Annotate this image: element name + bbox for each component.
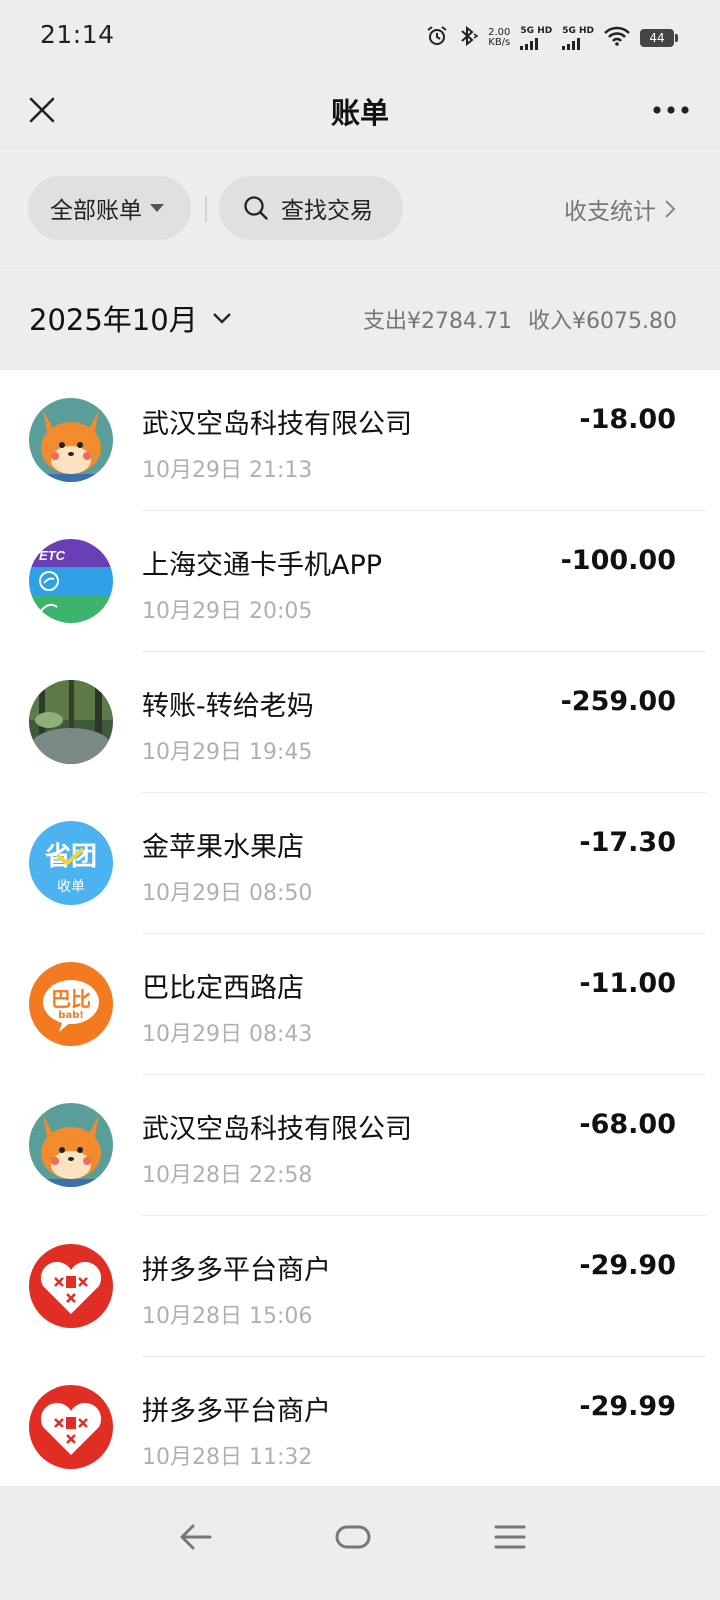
all-bills-label: 全部账单 [50,198,142,224]
merchant-name: 武汉空岛科技有限公司 [142,409,412,440]
pinduoduo-logo [29,1385,113,1469]
transaction-row[interactable]: 武汉空岛科技有限公司 10月29日 21:13 -18.00 [0,370,720,511]
transaction-datetime: 10月29日 08:50 [142,881,313,906]
merchant-name: 拼多多平台商户 [142,1396,331,1427]
pinduoduo-logo [29,1244,113,1328]
merchant-name: 武汉空岛科技有限公司 [142,1114,412,1145]
transaction-row[interactable]: 武汉空岛科技有限公司 10月28日 22:58 -68.00 [0,1075,720,1216]
search-label: 查找交易 [281,198,373,224]
transaction-row[interactable]: 拼多多平台商户 10月28日 15:06 -29.90 [0,1216,720,1357]
shoukuan-logo: 省团 收单 [29,821,113,905]
etc-transit-card-logo: ETC [29,539,113,623]
fox-avatar [29,398,113,482]
chevron-down-icon [212,313,231,324]
recent-apps-button[interactable] [480,1512,540,1562]
transaction-datetime: 10月29日 20:05 [142,599,313,624]
transaction-amount: -100.00 [560,545,676,576]
filter-separator [205,196,207,222]
back-icon [180,1524,212,1550]
signal-2: 5G HD [562,25,594,50]
income-expense-stats-link[interactable]: 收支统计 [564,192,676,226]
expense-total: 支出¥2784.71 [363,309,513,334]
back-button[interactable] [166,1512,226,1562]
transaction-row[interactable]: ETC 上海交通卡手机APP 10月29日 20:05 -100.00 [0,511,720,652]
transaction-amount: -17.30 [579,827,676,858]
status-bar: 21:14 2.00 KB/s 5G HD 5G HD 44 [0,0,720,74]
forest-photo-avatar [29,680,113,764]
transaction-datetime: 10月28日 11:32 [142,1445,313,1470]
merchant-name: 上海交通卡手机APP [142,550,383,581]
month-summary-bar: 2025年10月 支出¥2784.71 收入¥6075.80 [0,268,720,370]
transaction-row[interactable]: 拼多多平台商户 10月28日 11:32 -29.99 [0,1357,720,1486]
transaction-amount: -29.90 [579,1250,676,1281]
status-icons: 2.00 KB/s 5G HD 5G HD 44 [426,22,678,54]
transaction-amount: -259.00 [560,686,676,717]
search-transactions-button[interactable]: 查找交易 [219,176,403,240]
signal-1-label: 5G HD [520,25,553,36]
all-bills-dropdown[interactable]: 全部账单 [28,176,191,240]
battery-indicator: 44 [640,29,678,47]
caret-down-icon [150,204,164,212]
transaction-datetime: 10月28日 22:58 [142,1163,313,1188]
page-title: 账单 [330,96,389,130]
merchant-name: 金苹果水果店 [142,832,304,863]
transaction-amount: -18.00 [579,404,676,435]
shoukuan-logo-bottom: 收单 [57,879,85,895]
header-bar: 账单 [0,74,720,148]
transaction-list: 武汉空岛科技有限公司 10月29日 21:13 -18.00 ETC 上海交通卡… [0,370,720,1486]
home-button[interactable] [323,1512,383,1562]
month-selector[interactable]: 2025年10月 [29,297,232,339]
merchant-name: 转账-转给老妈 [142,691,314,722]
filter-row: 全部账单 查找交易 收支统计 [0,148,720,268]
transaction-amount: -68.00 [579,1109,676,1140]
alarm-icon [426,25,448,51]
home-icon [335,1525,371,1549]
search-icon [244,196,268,220]
network-speed: 2.00 KB/s [488,28,510,48]
transaction-datetime: 10月28日 15:06 [142,1304,313,1329]
stats-label: 收支统计 [564,199,656,225]
signal-2-label: 5G HD [562,25,594,36]
menu-icon [494,1525,526,1549]
merchant-name: 巴比定西路店 [142,973,304,1004]
status-time: 21:14 [40,20,115,49]
system-nav-bar [0,1486,720,1600]
merchant-name: 拼多多平台商户 [142,1255,331,1286]
transaction-row[interactable]: 巴比 bab! 巴比定西路店 10月29日 08:43 -11.00 [0,934,720,1075]
transaction-row[interactable]: 省团 收单 金苹果水果店 10月29日 08:50 -17.30 [0,793,720,934]
bluetooth-icon [458,25,479,51]
babi-logo-top: 巴比 [51,987,91,1011]
more-button[interactable] [646,88,696,132]
more-icon [653,106,689,114]
wifi-icon [604,26,630,50]
shoukuan-logo-top: 省团 [44,842,97,872]
chevron-right-icon [665,200,676,218]
signal-1: 5G HD [520,25,553,50]
etc-logo-text: ETC [39,548,66,563]
month-totals: 支出¥2784.71 收入¥6075.80 [363,303,677,335]
fox-avatar [29,1103,113,1187]
transaction-datetime: 10月29日 19:45 [142,740,313,765]
transaction-datetime: 10月29日 21:13 [142,458,313,483]
transaction-datetime: 10月29日 08:43 [142,1022,313,1047]
month-label: 2025年10月 [29,303,198,337]
income-total: 收入¥6075.80 [528,309,677,334]
network-speed-unit: KB/s [488,37,511,48]
babi-logo: 巴比 bab! [29,962,113,1046]
transaction-row[interactable]: 转账-转给老妈 10月29日 19:45 -259.00 [0,652,720,793]
transaction-amount: -29.99 [579,1391,676,1422]
transaction-amount: -11.00 [579,968,676,999]
babi-logo-bottom: bab! [58,1010,84,1021]
